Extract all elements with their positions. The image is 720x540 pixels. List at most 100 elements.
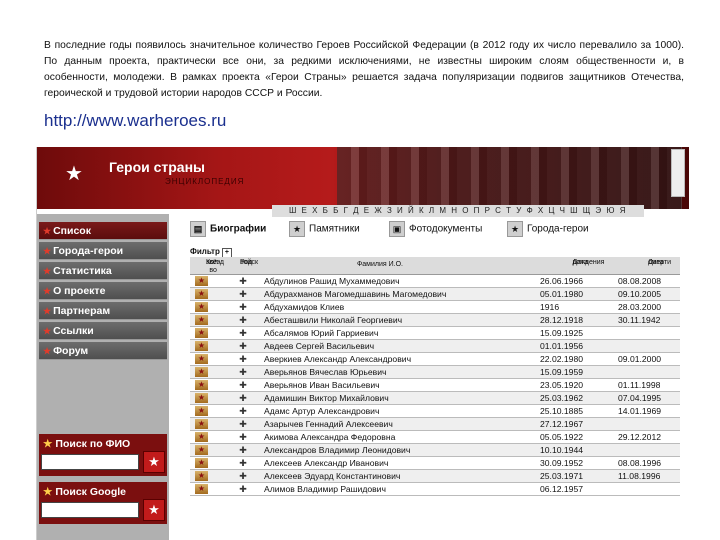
hero-star-icon: ★: [195, 484, 208, 494]
death-date: 09.10.2005: [618, 289, 662, 299]
sidebar-item-2[interactable]: ★ Города-герои: [39, 242, 167, 260]
book-icon: ▤: [190, 221, 206, 237]
birth-date: 05.01.1980: [540, 289, 584, 299]
star-icon: ★: [65, 163, 83, 185]
star-icon: ★: [43, 326, 52, 336]
hero-star-icon: ★: [195, 380, 208, 390]
sidebar-item-7[interactable]: ★ Форум: [39, 342, 167, 360]
sidebar-item-3[interactable]: ★ Статистика: [39, 262, 167, 280]
table-row[interactable]: ★ ✚ Адамишин Виктор Михайлович 25.03.1962 07…: [190, 392, 680, 405]
birth-date: 25.10.1885: [540, 406, 584, 416]
search-google-button[interactable]: ★: [143, 499, 165, 521]
table-row[interactable]: ★ ✚ Авдеев Сергей Васильевич 01.01.1956: [190, 340, 680, 353]
table-row[interactable]: ★ ✚ Азарычев Геннадий Алексеевич 27.12.1967: [190, 418, 680, 431]
table-row[interactable]: ★ ✚ Алимов Владимир Рашидович 06.12.1957: [190, 483, 680, 496]
hero-name-link[interactable]: Абсалямов Юрий Гарриевич: [264, 327, 464, 339]
sidebar-item-5[interactable]: ★ Партнерам: [39, 302, 167, 320]
birth-date: 30.09.1952: [540, 458, 584, 468]
alphabet-strip[interactable]: Ш Е Х Б Б Г Д Е Ж З И Й К Л М Н О П Р С …: [272, 205, 644, 217]
hero-name-link[interactable]: Авдеев Сергей Васильевич: [264, 340, 464, 352]
search-fio-button[interactable]: ★: [143, 451, 165, 473]
photo-icon: ▣: [389, 221, 405, 237]
col-count[interactable]: Кол-во звёзд: [192, 258, 224, 274]
table-row[interactable]: ★ ✚ Абсалямов Юрий Гарриевич 15.09.1925: [190, 327, 680, 340]
hero-name-link[interactable]: Аверкиев Александр Александрович: [264, 353, 464, 365]
col-name[interactable]: Фамилия И.О.: [330, 261, 430, 269]
branch-icon: ✚: [239, 315, 247, 325]
birth-date: 06.12.1957: [540, 484, 584, 494]
table-row[interactable]: ★ ✚ Акимова Александра Федоровна 05.05.1922…: [190, 431, 680, 444]
hero-name-link[interactable]: Аверьянов Вячеслав Юрьевич: [264, 366, 464, 378]
site-title: Герои страны: [109, 159, 206, 175]
hero-star-icon: ★: [195, 393, 208, 403]
death-date: 30.11.1942: [618, 315, 661, 325]
star-icon: ★: [289, 221, 305, 237]
hero-name-link[interactable]: Абесташвили Николай Георгиевич: [264, 314, 464, 326]
tab-biographies[interactable]: ▤ Биографии: [190, 221, 266, 237]
col-branch[interactable]: Род войск: [226, 258, 258, 266]
tab-photodocs[interactable]: ▣ Фотодокументы: [389, 221, 482, 237]
hero-name-link[interactable]: Александров Владимир Леонидович: [264, 444, 464, 456]
birth-date: 28.12.1918: [540, 315, 584, 325]
birth-date: 26.06.1966: [540, 276, 584, 286]
table-row[interactable]: ★ ✚ Абдурахманов Магомедшавинь Магомедович…: [190, 288, 680, 301]
branch-icon: ✚: [239, 432, 247, 442]
table-row[interactable]: ★ ✚ Алексеев Эдуард Константинович 25.03.19…: [190, 470, 680, 483]
sidebar-item-label: О проекте: [53, 285, 106, 297]
sidebar-item-label: Форум: [53, 345, 89, 357]
table-row[interactable]: ★ ✚ Абдулинов Рашид Мухаммедович 26.06.1966…: [190, 275, 680, 288]
death-date: 01.11.1998: [618, 380, 661, 390]
search-fio-input[interactable]: [41, 454, 139, 470]
table-row[interactable]: ★ ✚ Абесташвили Николай Георгиевич 28.12.19…: [190, 314, 680, 327]
death-date: 28.03.2000: [618, 302, 662, 312]
sidebar-item-label: Ссылки: [53, 325, 94, 337]
hero-star-icon: ★: [195, 328, 208, 338]
branch-icon: ✚: [239, 471, 247, 481]
scrollbar[interactable]: [671, 149, 685, 197]
search-google-input[interactable]: [41, 502, 139, 518]
table-header: Кол-во звёзд Род войск Фамилия И.О. Дата ро…: [190, 257, 680, 275]
hero-star-icon: ★: [195, 471, 208, 481]
table-row[interactable]: ★ ✚ Аверьянов Иван Васильевич 23.05.1920 01.…: [190, 379, 680, 392]
branch-icon: ✚: [239, 380, 247, 390]
col-death[interactable]: Дата смерти: [618, 258, 678, 266]
table-row[interactable]: ★ ✚ Адамс Артур Александрович 25.10.1885 14.…: [190, 405, 680, 418]
hero-name-link[interactable]: Адамс Артур Александрович: [264, 405, 464, 417]
sidebar-item-1[interactable]: ★ Список: [39, 222, 167, 240]
hero-name-link[interactable]: Азарычев Геннадий Алексеевич: [264, 418, 464, 430]
star-icon: ★: [43, 226, 52, 236]
hero-name-link[interactable]: Абдурахманов Магомедшавинь Магомедович: [264, 288, 464, 300]
death-date: 14.01.1969: [618, 406, 662, 416]
col-birth[interactable]: Дата рождения: [540, 258, 605, 266]
site-url[interactable]: http://www.warheroes.ru: [44, 111, 226, 131]
hero-name-link[interactable]: Акимова Александра Федоровна: [264, 431, 464, 443]
table-row[interactable]: ★ ✚ Аверкиев Александр Александрович 22.02.…: [190, 353, 680, 366]
table-row[interactable]: ★ ✚ Абдухамидов Клиев 1916 28.03.2000: [190, 301, 680, 314]
hero-name-link[interactable]: Адамишин Виктор Михайлович: [264, 392, 464, 404]
birth-date: 22.02.1980: [540, 354, 584, 364]
table-row[interactable]: ★ ✚ Алексеев Александр Иванович 30.09.1952 0…: [190, 457, 680, 470]
table-row[interactable]: ★ ✚ Александров Владимир Леонидович 10.10.1…: [190, 444, 680, 457]
hero-name-link[interactable]: Алимов Владимир Рашидович: [264, 483, 464, 495]
tab-monuments[interactable]: ★ Памятники: [289, 221, 360, 237]
heroes-table: ★ ✚ Абдулинов Рашид Мухаммедович 26.06.1966…: [190, 275, 680, 496]
hero-name-link[interactable]: Аверьянов Иван Васильевич: [264, 379, 464, 391]
tab-hero-cities[interactable]: ★ Города-герои: [507, 221, 589, 237]
star-icon: ★: [507, 221, 523, 237]
birth-date: 15.09.1925: [540, 328, 584, 338]
hero-name-link[interactable]: Алексеев Александр Иванович: [264, 457, 464, 469]
sidebar-item-6[interactable]: ★ Ссылки: [39, 322, 167, 340]
sidebar: ★ Список ★ Города-герои ★ Статистика ★ О проект…: [37, 214, 169, 540]
hero-name-link[interactable]: Абдухамидов Клиев: [264, 301, 464, 313]
sidebar-item-4[interactable]: ★ О проекте: [39, 282, 167, 300]
birth-date: 25.03.1962: [540, 393, 584, 403]
main-content: ▤ Биографии ★ Памятники ▣ Фотодокументы ★ Го…: [177, 217, 689, 540]
filter-toggle[interactable]: Фильтр +: [190, 247, 232, 258]
hero-name-link[interactable]: Абдулинов Рашид Мухаммедович: [264, 275, 464, 287]
table-row[interactable]: ★ ✚ Аверьянов Вячеслав Юрьевич 15.09.1959: [190, 366, 680, 379]
search-google-box: ★ Поиск Google ★: [39, 482, 167, 524]
branch-icon: ✚: [239, 367, 247, 377]
hero-name-link[interactable]: Алексеев Эдуард Константинович: [264, 470, 464, 482]
hero-star-icon: ★: [195, 341, 208, 351]
branch-icon: ✚: [239, 289, 247, 299]
